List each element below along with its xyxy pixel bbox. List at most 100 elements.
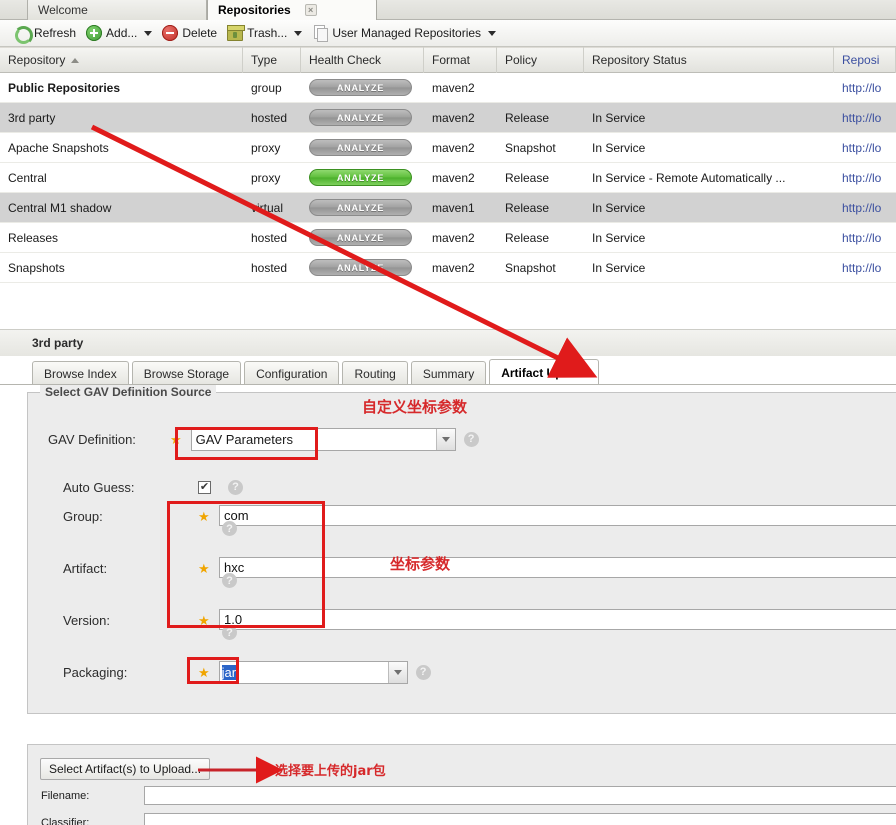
cell-repository-name: Releases xyxy=(8,230,59,245)
trash-button[interactable]: Trash... xyxy=(222,22,307,44)
cell-health-check: ANALYZE xyxy=(301,253,424,283)
tab-configuration[interactable]: Configuration xyxy=(244,361,340,385)
gav-definition-value: GAV Parameters xyxy=(195,431,293,447)
tab-summary[interactable]: Summary xyxy=(410,361,487,385)
cell-format: maven2 xyxy=(432,170,475,185)
add-button[interactable]: Add... xyxy=(81,22,157,44)
artifact-label: Artifact: xyxy=(63,560,108,576)
help-icon[interactable]: ? xyxy=(222,625,237,640)
table-row[interactable]: Public Repositories group ANALYZE maven2… xyxy=(0,73,896,103)
column-header-repository-url[interactable]: Reposi xyxy=(834,47,896,73)
field-row-packaging: Packaging: ★ jar ? xyxy=(63,660,431,684)
cell-repository-name: Central xyxy=(8,170,47,185)
cell-repository-url[interactable]: http://lo xyxy=(834,103,896,133)
refresh-button[interactable]: Refresh xyxy=(9,22,81,45)
cell-format: maven2 xyxy=(432,140,475,155)
application-window: Welcome Repositories × Refresh Add... De… xyxy=(0,0,896,825)
packaging-select[interactable]: jar xyxy=(218,660,408,684)
table-row[interactable]: Central proxy ANALYZE maven2 Release In … xyxy=(0,163,896,193)
window-tab-repositories[interactable]: Repositories × xyxy=(207,0,377,20)
window-tab-label: Welcome xyxy=(38,2,88,17)
column-header-health-check[interactable]: Health Check xyxy=(301,47,424,73)
annotation-text-select-jar: 选择要上传的jar包 xyxy=(275,764,386,779)
table-row[interactable]: Snapshots hosted ANALYZE maven2 Snapshot… xyxy=(0,253,896,283)
analyze-button[interactable]: ANALYZE xyxy=(309,139,412,156)
column-header-repository[interactable]: Repository xyxy=(0,47,243,73)
tab-browse-index[interactable]: Browse Index xyxy=(32,361,129,385)
table-row[interactable]: Apache Snapshots proxy ANALYZE maven2 Sn… xyxy=(0,133,896,163)
panel-legend: Select GAV Definition Source xyxy=(40,385,217,399)
delete-button[interactable]: Delete xyxy=(157,22,222,44)
cell-type: proxy xyxy=(251,140,281,155)
analyze-button[interactable]: ANALYZE xyxy=(309,79,412,96)
cell-status: In Service xyxy=(592,140,646,155)
help-icon[interactable]: ? xyxy=(222,521,237,536)
cell-status: In Service xyxy=(592,110,646,125)
auto-guess-checkbox[interactable]: ✔ xyxy=(198,480,211,494)
table-header-row: Repository Type Health Check Format Poli… xyxy=(0,47,896,73)
field-row-gav-definition: GAV Definition: ★ GAV Parameters ? xyxy=(48,427,479,451)
field-row-auto-guess: Auto Guess: ✔ ? xyxy=(63,475,243,499)
analyze-button[interactable]: ANALYZE xyxy=(309,259,412,276)
table-row[interactable]: 3rd party hosted ANALYZE maven2 Release … xyxy=(0,103,896,133)
help-icon[interactable]: ? xyxy=(415,664,431,680)
gav-definition-select[interactable]: GAV Parameters xyxy=(190,427,456,451)
chevron-down-icon[interactable] xyxy=(144,30,153,36)
user-managed-repositories-button[interactable]: User Managed Repositories xyxy=(307,22,501,44)
analyze-button[interactable]: ANALYZE xyxy=(309,109,412,126)
cell-repository-url[interactable]: http://lo xyxy=(834,193,896,223)
cell-repository-url[interactable]: http://lo xyxy=(834,253,896,283)
help-icon[interactable]: ? xyxy=(222,573,237,588)
chevron-down-icon[interactable] xyxy=(294,30,303,36)
annotation-text-coordinates: 坐标参数 xyxy=(390,555,451,573)
cell-repository-url[interactable]: http://lo xyxy=(834,133,896,163)
cell-health-check: ANALYZE xyxy=(301,133,424,163)
close-icon[interactable]: × xyxy=(304,3,317,16)
cell-status: In Service xyxy=(592,260,646,275)
refresh-button-label: Refresh xyxy=(34,26,77,40)
help-icon[interactable]: ? xyxy=(228,479,243,495)
cell-health-check: ANALYZE xyxy=(301,163,424,193)
cell-format: maven2 xyxy=(432,260,475,275)
column-header-policy[interactable]: Policy xyxy=(497,47,584,73)
column-header-repository-status[interactable]: Repository Status xyxy=(584,47,834,73)
table-row[interactable]: Central M1 shadow virtual ANALYZE maven1… xyxy=(0,193,896,223)
window-tab-welcome[interactable]: Welcome xyxy=(27,0,207,20)
cell-type: virtual xyxy=(251,200,284,215)
analyze-button[interactable]: ANALYZE xyxy=(309,169,412,186)
tab-browse-storage[interactable]: Browse Storage xyxy=(131,361,242,385)
filename-input[interactable] xyxy=(144,786,896,805)
required-star-icon: ★ xyxy=(198,664,210,680)
classifier-input[interactable] xyxy=(144,813,896,825)
version-input[interactable] xyxy=(219,609,896,630)
analyze-button[interactable]: ANALYZE xyxy=(309,229,412,246)
cell-repository-url[interactable]: http://lo xyxy=(834,223,896,253)
chevron-down-icon[interactable] xyxy=(387,661,407,683)
cell-repository-name: Central M1 shadow xyxy=(8,200,112,215)
cell-repository-url[interactable]: http://lo xyxy=(834,163,896,193)
help-icon[interactable]: ? xyxy=(463,431,479,447)
cell-repository-name: 3rd party xyxy=(8,110,56,125)
column-header-format[interactable]: Format xyxy=(424,47,497,73)
artifact-input[interactable] xyxy=(219,557,896,578)
analyze-button[interactable]: ANALYZE xyxy=(309,199,412,216)
artifact-upload-panel: Select Artifact(s) to Upload... Filename… xyxy=(27,744,896,825)
cell-repository-url[interactable]: http://lo xyxy=(834,73,896,103)
column-header-type[interactable]: Type xyxy=(243,47,301,73)
tab-routing[interactable]: Routing xyxy=(342,361,408,385)
filename-label: Filename: xyxy=(41,790,90,802)
table-row[interactable]: Releases hosted ANALYZE maven2 Release I… xyxy=(0,223,896,253)
group-input[interactable] xyxy=(219,505,896,526)
cell-policy: Release xyxy=(505,110,550,125)
cell-type: hosted xyxy=(251,230,288,245)
chevron-down-icon[interactable] xyxy=(435,428,455,450)
cell-policy: Snapshot xyxy=(505,260,556,275)
trash-icon xyxy=(227,25,246,41)
chevron-down-icon[interactable] xyxy=(488,30,497,36)
annotation-text-custom-coordinates: 自定义坐标参数 xyxy=(362,398,468,416)
select-artifacts-button[interactable]: Select Artifact(s) to Upload... xyxy=(40,758,211,780)
cell-type: proxy xyxy=(251,170,281,185)
trash-button-label: Trash... xyxy=(247,26,288,40)
cell-status: In Service - Remote Automatically ... xyxy=(592,170,786,185)
tab-artifact-upload[interactable]: Artifact Upload xyxy=(489,359,600,385)
